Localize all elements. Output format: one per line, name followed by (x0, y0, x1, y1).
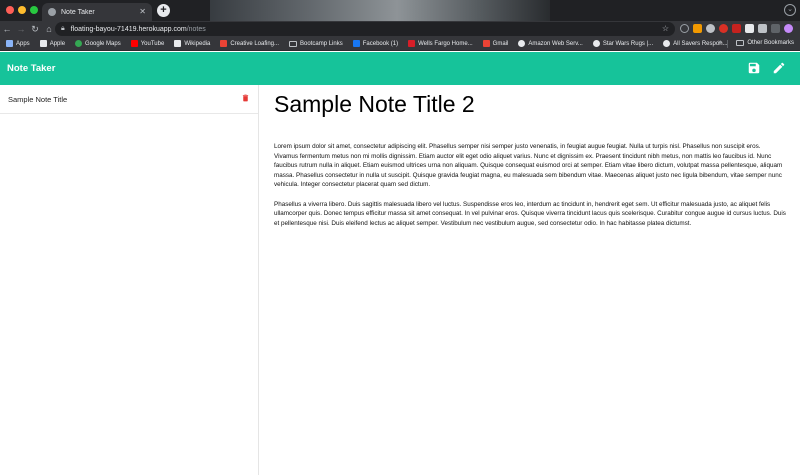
bookmark-label: Wells Fargo Home... (418, 40, 473, 47)
forward-icon[interactable]: → (14, 21, 28, 37)
bookmark-label: Star Wars Rugs |... (602, 40, 654, 47)
list-item[interactable]: Sample Note Title (0, 85, 258, 114)
bookmark-label: Apps (16, 40, 30, 47)
bookmarks-divider (727, 40, 728, 48)
youtube-icon (130, 40, 138, 47)
apps-grid-icon (6, 40, 13, 47)
url-host: floating-bayou-71419.herokuapp.com (70, 25, 187, 33)
browser-toolbar: ← → ↻ ⌂ 🔒︎ floating-bayou-71419.herokuap… (0, 21, 800, 37)
bookmark-item[interactable]: Star Wars Rugs |... (592, 40, 654, 47)
note-view: Sample Note Title 2 Lorem ipsum dolor si… (260, 85, 800, 475)
bookmarks-bar: Apps Apple Google Maps YouTube Wikipedia Crea… (0, 37, 800, 51)
reading-list-icon[interactable] (771, 24, 780, 33)
bookmark-label: Wikipedia (184, 40, 211, 47)
save-icon[interactable] (747, 61, 761, 75)
gmail-icon (482, 40, 490, 47)
address-bar[interactable]: 🔒︎ floating-bayou-71419.herokuapp.com /n… (55, 22, 675, 36)
apple-icon (39, 40, 47, 47)
extension-wordpress-icon[interactable] (706, 24, 715, 33)
tab-title: Note Taker (61, 8, 95, 16)
bookmark-label: Amazon Web Serv... (528, 40, 583, 47)
trash-icon[interactable] (241, 93, 250, 103)
close-tab-icon[interactable]: ✕ (139, 8, 146, 16)
browser-tab[interactable]: Note Taker ✕ (42, 3, 152, 21)
bookmark-label: YouTube (140, 40, 165, 47)
browser-tab-strip: Note Taker ✕ + ⌄ (0, 0, 800, 21)
gmail-icon (220, 40, 228, 47)
other-bookmarks-folder[interactable]: Other Bookmarks (736, 40, 794, 46)
bookmark-star-icon[interactable]: ☆ (662, 24, 669, 33)
bookmark-label: Facebook (1) (362, 40, 399, 47)
bookmark-item[interactable]: Apple (39, 40, 66, 47)
globe-icon (518, 40, 526, 47)
url-path: /notes (186, 25, 206, 33)
other-bookmarks-label: Other Bookmarks (747, 40, 794, 46)
bookmark-item[interactable]: YouTube (130, 40, 165, 47)
bookmark-item[interactable]: Apps (6, 40, 30, 47)
bookmark-label: Apple (49, 40, 66, 47)
extension-red-icon[interactable] (719, 24, 728, 33)
more-bookmarks-chevron-icon[interactable]: » (718, 39, 722, 46)
back-icon[interactable]: ← (0, 21, 14, 37)
new-tab-button[interactable]: + (157, 4, 170, 17)
pencil-icon[interactable] (772, 61, 786, 75)
reload-icon[interactable]: ↻ (28, 21, 42, 37)
profile-avatar[interactable] (784, 24, 793, 33)
extension-badge-icon[interactable] (732, 24, 741, 33)
app-title: Note Taker (7, 63, 56, 74)
globe-icon (48, 8, 56, 16)
bookmark-item[interactable]: Google Maps (75, 40, 121, 47)
globe-icon (592, 40, 600, 47)
extensions-area: ⋮ (680, 24, 800, 33)
bookmark-item[interactable]: Facebook (1) (352, 40, 399, 47)
wikipedia-icon (174, 40, 182, 47)
minimize-window-button[interactable] (18, 6, 26, 14)
bookmark-item[interactable]: Wells Fargo Home... (408, 40, 473, 47)
note-item-title: Sample Note Title (8, 95, 68, 104)
extension-info-icon[interactable] (680, 24, 689, 33)
bookmark-label: Gmail (492, 40, 509, 47)
tab-strip-background (210, 0, 550, 21)
note-body-textarea[interactable]: Lorem ipsum dolor sit amet, consectetur … (274, 142, 786, 228)
globe-icon (663, 40, 671, 47)
maximize-window-button[interactable] (30, 6, 38, 14)
folder-icon (736, 40, 745, 46)
extensions-puzzle-icon[interactable] (758, 24, 767, 33)
extension-dark-icon[interactable] (745, 24, 754, 33)
bookmark-item[interactable]: Wikipedia (174, 40, 210, 47)
home-icon[interactable]: ⌂ (42, 21, 56, 37)
close-window-button[interactable] (6, 6, 14, 14)
folder-icon (289, 40, 298, 47)
extension-orange-icon[interactable] (693, 24, 702, 33)
bookmark-label: Creative Loafing... (230, 40, 280, 47)
bookmark-item[interactable]: Bootcamp Links (289, 40, 343, 47)
tab-search-icon[interactable]: ⌄ (784, 4, 796, 16)
app-header: Note Taker (0, 52, 800, 85)
bookmark-label: Google Maps (85, 40, 121, 47)
facebook-icon (352, 40, 360, 47)
lock-icon[interactable]: 🔒︎ (61, 25, 65, 33)
bookmark-item[interactable]: Creative Loafing... (220, 40, 279, 47)
bookmark-label: Bootcamp Links (300, 40, 343, 47)
note-list: Sample Note Title (0, 85, 259, 475)
note-title-input[interactable]: Sample Note Title 2 (274, 91, 475, 118)
wells-fargo-icon (408, 40, 416, 47)
bookmark-item[interactable]: Amazon Web Serv... (518, 40, 583, 47)
google-maps-icon (75, 40, 83, 47)
bookmark-item[interactable]: Gmail (482, 40, 509, 47)
